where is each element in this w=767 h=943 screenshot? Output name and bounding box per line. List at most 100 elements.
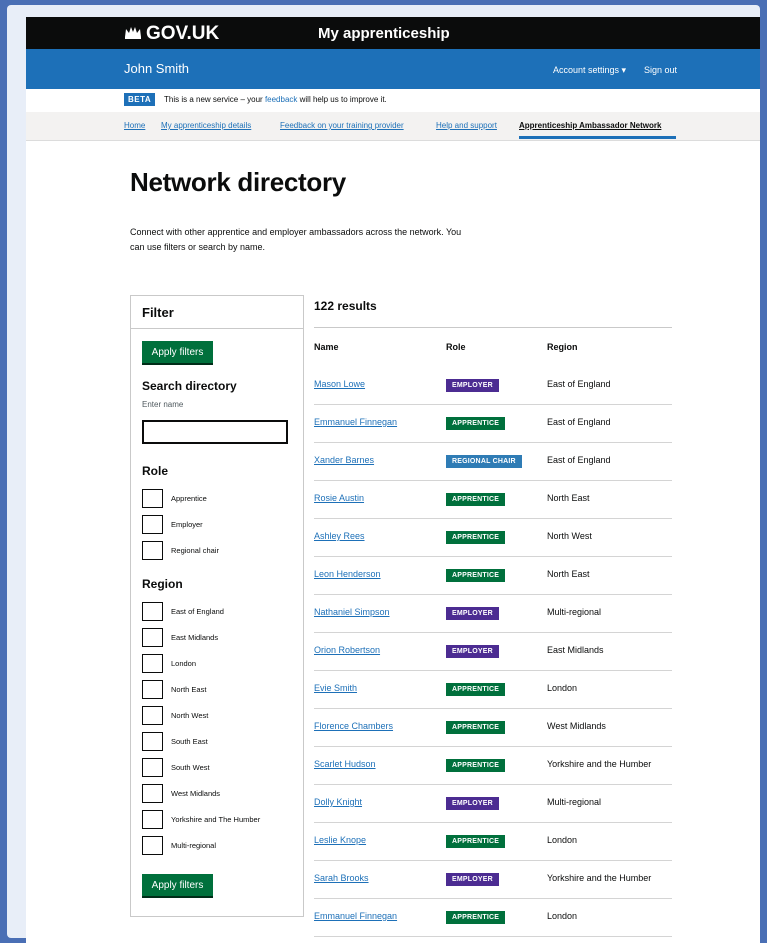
region-checkbox[interactable] <box>142 784 163 803</box>
region-checkbox-label: South West <box>171 763 210 772</box>
role-tag: APPRENTICE <box>446 911 506 924</box>
role-tag: EMPLOYER <box>446 797 499 810</box>
role-tag: APPRENTICE <box>446 531 506 544</box>
nav-feedback-training-provider[interactable]: Feedback on your training provider <box>280 121 404 130</box>
role-tag: APPRENTICE <box>446 759 506 772</box>
nav-home[interactable]: Home <box>124 121 145 130</box>
table-row: Evie Smith APPRENTICE London <box>314 670 672 709</box>
role-tag: EMPLOYER <box>446 873 499 886</box>
active-nav-indicator <box>519 136 676 139</box>
region-checkbox-label: North West <box>171 711 209 720</box>
table-row: Leon Henderson APPRENTICE North East <box>314 556 672 595</box>
beta-text: This is a new service – your feedback wi… <box>164 95 387 104</box>
page: GOV.UK My apprenticeship John Smith Acco… <box>26 17 760 943</box>
member-name-link[interactable]: Florence Chambers <box>314 721 393 731</box>
region-text: London <box>547 835 578 845</box>
region-checkbox-label: East Midlands <box>171 633 219 642</box>
beta-tag: BETA <box>124 93 156 106</box>
sign-out-link[interactable]: Sign out <box>644 65 677 75</box>
filter-header: Filter <box>131 296 303 329</box>
region-checkbox-label: London <box>171 659 197 668</box>
table-row: Emmanuel Finnegan APPRENTICE London <box>314 898 672 937</box>
region-checkbox[interactable] <box>142 628 163 647</box>
region-text: West Midlands <box>547 721 606 731</box>
member-name-link[interactable]: Rosie Austin <box>314 493 364 503</box>
region-checkbox-label: Yorkshire and The Humber <box>171 815 261 824</box>
beta-text-before: This is a new service – your <box>164 95 265 104</box>
member-name-link[interactable]: Nathaniel Simpson <box>314 607 390 617</box>
member-name-link[interactable]: Mason Lowe <box>314 379 365 389</box>
region-text: Multi-regional <box>547 797 602 807</box>
member-name-link[interactable]: Leon Henderson <box>314 569 381 579</box>
nav-my-apprenticeship-details[interactable]: My apprenticeship details <box>161 121 251 130</box>
filter-panel: Filter Apply filters Search directory En… <box>130 295 304 917</box>
table-row: Mason Lowe EMPLOYER East of England <box>314 366 672 405</box>
role-group-title: Role <box>142 464 169 478</box>
region-checkbox[interactable] <box>142 810 163 829</box>
region-checkbox[interactable] <box>142 602 163 621</box>
region-checkbox[interactable] <box>142 836 163 855</box>
search-hint: Enter name <box>142 400 184 409</box>
table-row: Sarah Brooks EMPLOYER Yorkshire and the Hu… <box>314 860 672 899</box>
member-name-link[interactable]: Emmanuel Finnegan <box>314 417 397 427</box>
member-name-link[interactable]: Dolly Knight <box>314 797 362 807</box>
crown-icon <box>125 27 141 39</box>
region-checkbox[interactable] <box>142 732 163 751</box>
role-checkbox[interactable] <box>142 541 163 560</box>
table-row: Scarlet Hudson APPRENTICE Yorkshire and th… <box>314 746 672 785</box>
role-checkbox[interactable] <box>142 515 163 534</box>
region-text: East Midlands <box>547 645 604 655</box>
region-checkbox[interactable] <box>142 680 163 699</box>
column-header-name: Name <box>314 342 339 352</box>
region-text: North West <box>547 531 592 541</box>
govuk-header: GOV.UK My apprenticeship <box>26 17 760 49</box>
govuk-logo[interactable]: GOV.UK <box>146 23 219 45</box>
nav-help-and-support[interactable]: Help and support <box>436 121 497 130</box>
region-checkbox-label: North East <box>171 685 207 694</box>
role-tag: APPRENTICE <box>446 721 506 734</box>
role-checkbox-label: Regional chair <box>171 546 219 555</box>
results-divider <box>314 327 672 328</box>
member-name-link[interactable]: Evie Smith <box>314 683 357 693</box>
apply-filters-button-top[interactable]: Apply filters <box>142 341 213 363</box>
role-tag: REGIONAL CHAIR <box>446 455 522 468</box>
region-text: London <box>547 911 578 921</box>
table-row: Ashley Rees APPRENTICE North West <box>314 518 672 557</box>
nav-ambassador-network[interactable]: Apprenticeship Ambassador Network <box>519 121 661 130</box>
table-row: Rosie Austin APPRENTICE North East <box>314 480 672 519</box>
user-name: John Smith <box>124 61 190 76</box>
region-checkbox-label: East of England <box>171 607 224 616</box>
search-input[interactable] <box>142 420 288 444</box>
member-name-link[interactable]: Emmanuel Finnegan <box>314 911 397 921</box>
region-checkbox[interactable] <box>142 706 163 725</box>
region-checkbox[interactable] <box>142 758 163 777</box>
member-name-link[interactable]: Orion Robertson <box>314 645 380 655</box>
table-row: Nathaniel Simpson EMPLOYER Multi-regional <box>314 594 672 633</box>
region-checkbox[interactable] <box>142 654 163 673</box>
feedback-link[interactable]: feedback <box>265 95 297 104</box>
region-checkbox-label: South East <box>171 737 208 746</box>
service-name[interactable]: My apprenticeship <box>318 25 450 42</box>
member-name-link[interactable]: Scarlet Hudson <box>314 759 376 769</box>
role-checkbox[interactable] <box>142 489 163 508</box>
role-tag: EMPLOYER <box>446 379 499 392</box>
table-row: Dolly Knight EMPLOYER Multi-regional <box>314 784 672 823</box>
table-row: Xander Barnes REGIONAL CHAIR East of Engla… <box>314 442 672 481</box>
member-name-link[interactable]: Ashley Rees <box>314 531 365 541</box>
member-name-link[interactable]: Sarah Brooks <box>314 873 369 883</box>
role-tag: EMPLOYER <box>446 645 499 658</box>
region-text: Yorkshire and the Humber <box>547 873 652 883</box>
sub-navigation: Home My apprenticeship details Feedback … <box>26 112 760 141</box>
table-row: Florence Chambers APPRENTICE West Midlands <box>314 708 672 747</box>
account-settings-link[interactable]: Account settings ▾ <box>553 65 626 76</box>
role-tag: EMPLOYER <box>446 607 499 620</box>
member-name-link[interactable]: Xander Barnes <box>314 455 374 465</box>
apply-filters-button-bottom[interactable]: Apply filters <box>142 874 213 896</box>
role-tag: APPRENTICE <box>446 569 506 582</box>
region-text: North East <box>547 569 590 579</box>
column-header-role: Role <box>446 342 466 352</box>
region-text: North East <box>547 493 590 503</box>
beta-text-after: will help us to improve it. <box>297 95 387 104</box>
member-name-link[interactable]: Leslie Knope <box>314 835 366 845</box>
table-row: Orion Robertson EMPLOYER East Midlands <box>314 632 672 671</box>
